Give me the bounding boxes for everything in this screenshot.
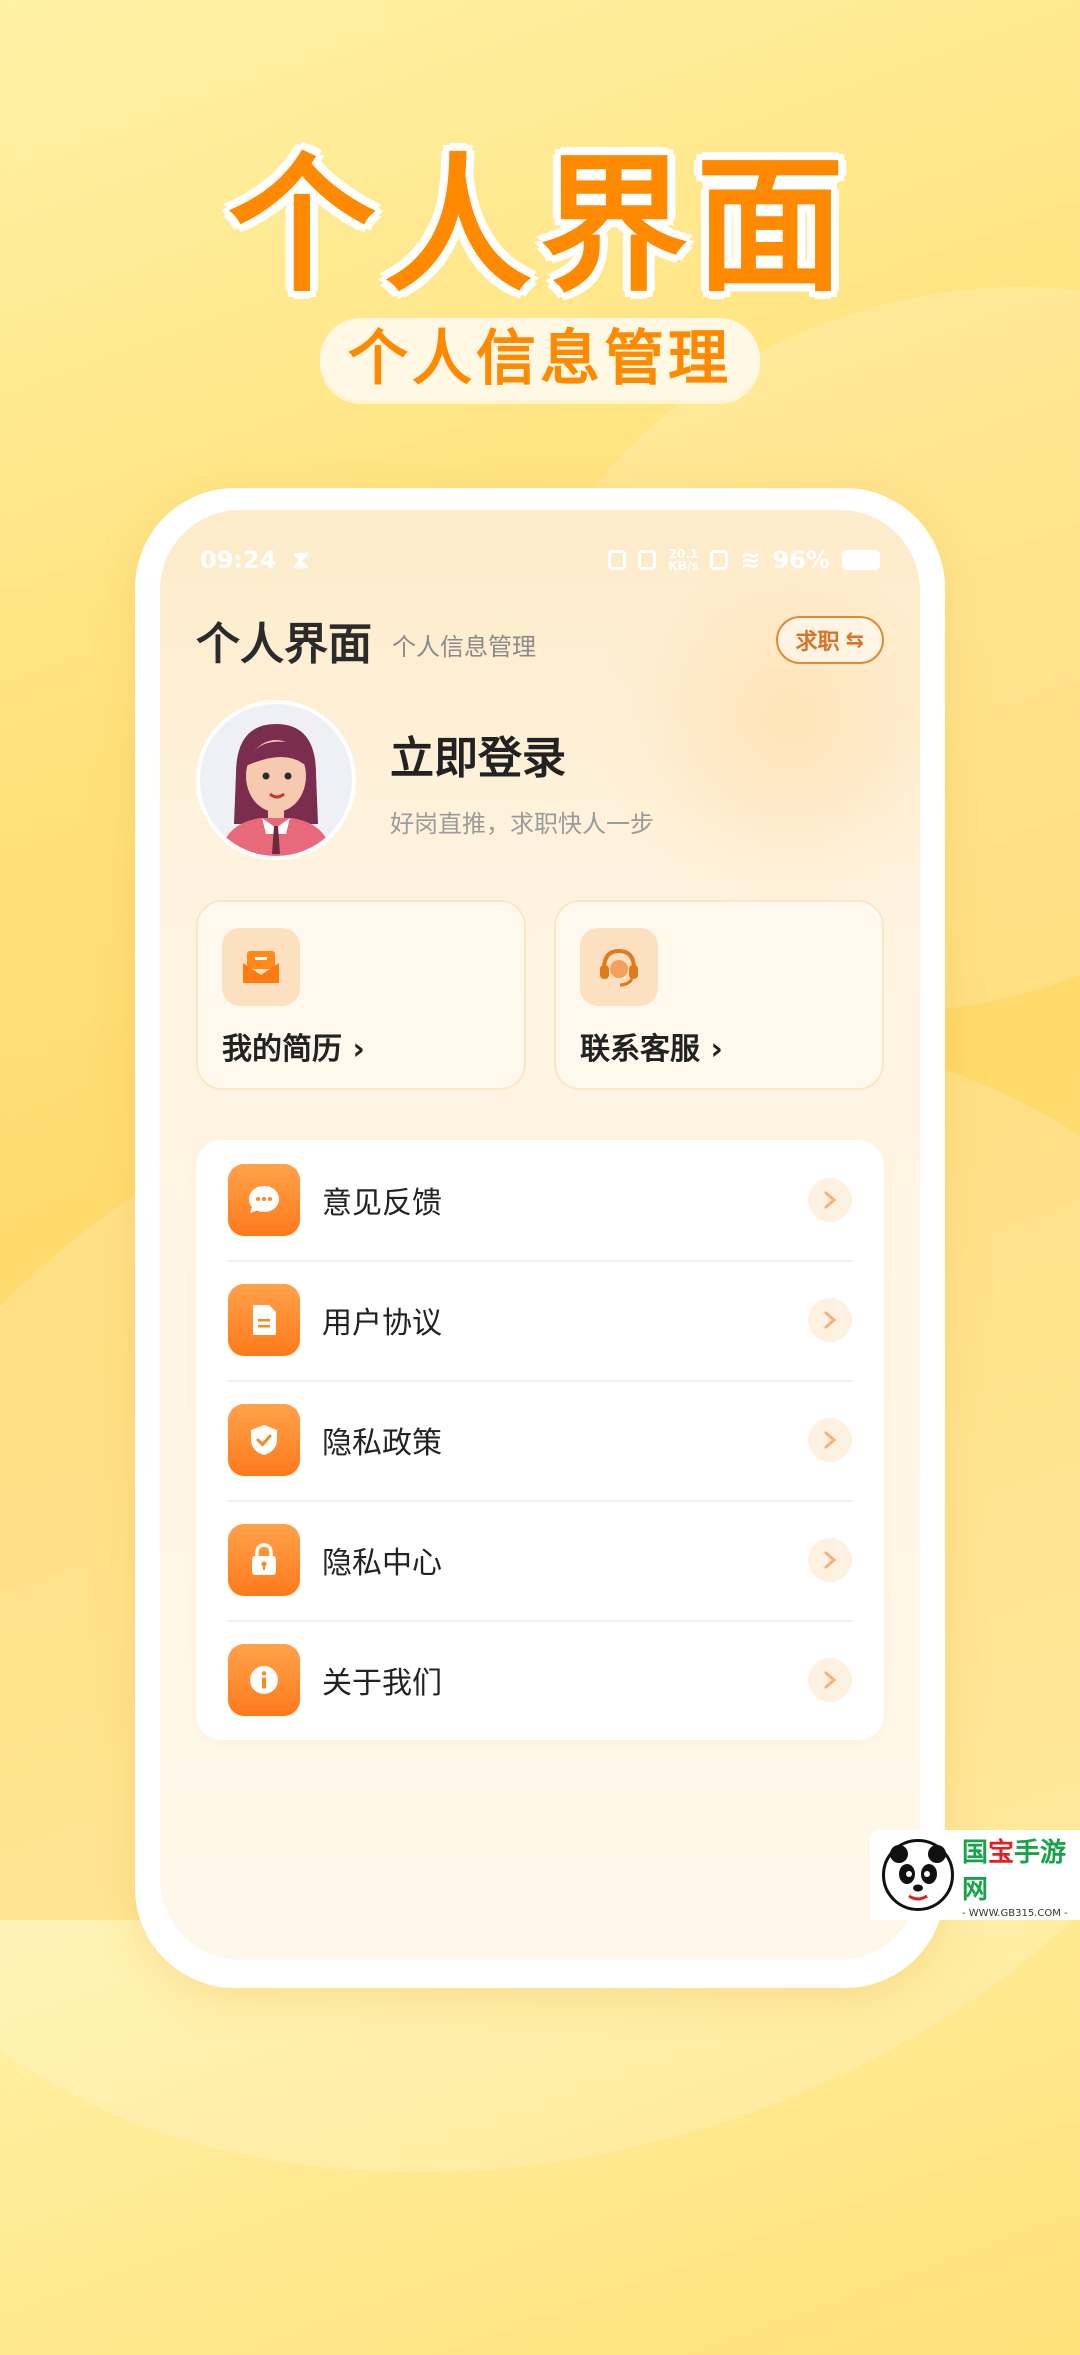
network-speed-unit: KB/s <box>668 559 699 573</box>
chevron-right-icon <box>808 1538 852 1582</box>
status-time: 09:24 <box>200 546 277 574</box>
swap-arrows-icon: ⇆ <box>845 627 864 653</box>
switch-role-label: 求职 <box>795 630 840 655</box>
quick-cards: 我的简历 › 联系客服 › <box>196 900 884 1090</box>
menu-item-privacy-policy[interactable]: 隐私政策 <box>228 1380 852 1500</box>
settings-menu: 意见反馈 用户协议 隐私政策 隐私中心 关于我们 <box>196 1140 884 1740</box>
menu-label: 意见反馈 <box>322 1186 442 1221</box>
chat-bubble-icon <box>228 1164 300 1236</box>
watermark-brand-b: 宝 <box>988 1837 1015 1868</box>
network-speed: 20.1 KB/s <box>668 548 698 572</box>
resume-icon <box>222 928 300 1006</box>
login-subtitle: 好岗直推，求职快人一步 <box>390 809 654 838</box>
my-resume-label: 我的简历 › <box>222 1032 365 1067</box>
menu-item-user-agreement[interactable]: 用户协议 <box>228 1260 852 1380</box>
hero-subtitle-pill: 个人信息管理 <box>320 318 760 400</box>
contact-service-label: 联系客服 › <box>580 1032 723 1067</box>
status-bar: 09:24 ⧗ 20.1 KB/s ≋ 96% <box>200 540 880 580</box>
menu-label: 隐私中心 <box>322 1546 442 1581</box>
shield-check-icon <box>228 1404 300 1476</box>
vibrate-icon <box>638 550 657 570</box>
phone-screen: 09:24 ⧗ 20.1 KB/s ≋ 96% 个人界面 个人信息管理 求职 ⇆ <box>160 510 920 1960</box>
page-subtitle: 个人信息管理 <box>392 632 536 661</box>
menu-item-privacy-center[interactable]: 隐私中心 <box>228 1500 852 1620</box>
watermark-brand: 国宝手游网 <box>962 1832 1080 1906</box>
page-header: 个人界面 个人信息管理 求职 ⇆ <box>196 610 884 670</box>
menu-item-feedback[interactable]: 意见反馈 <box>228 1140 852 1260</box>
profile-section[interactable]: 立即登录 好岗直推，求职快人一步 <box>196 700 884 860</box>
headset-icon <box>580 928 658 1006</box>
chevron-right-icon <box>808 1658 852 1702</box>
menu-label: 用户协议 <box>322 1306 442 1341</box>
battery-percent: 96% <box>772 546 830 574</box>
info-icon <box>228 1644 300 1716</box>
avatar[interactable] <box>196 700 356 860</box>
menu-label: 关于我们 <box>322 1666 442 1701</box>
avatar-illustration <box>200 704 352 856</box>
watermark-url: - WWW.GB315.COM - <box>962 1907 1068 1919</box>
site-watermark: 国宝手游网 - WWW.GB315.COM - <box>870 1830 1080 1920</box>
alarm-icon <box>608 550 627 570</box>
wifi-icon: ≋ <box>740 546 761 574</box>
chevron-right-icon <box>808 1418 852 1462</box>
chevron-right-icon <box>808 1178 852 1222</box>
document-icon <box>228 1284 300 1356</box>
sim-icon <box>710 550 729 570</box>
my-resume-card[interactable]: 我的简历 › <box>196 900 526 1090</box>
login-title[interactable]: 立即登录 <box>390 722 654 786</box>
menu-item-about-us[interactable]: 关于我们 <box>228 1620 852 1740</box>
battery-icon <box>842 550 880 570</box>
contact-service-card[interactable]: 联系客服 › <box>554 900 884 1090</box>
menu-label: 隐私政策 <box>322 1426 442 1461</box>
lock-icon <box>228 1524 300 1596</box>
watermark-brand-a: 国 <box>962 1837 989 1868</box>
chevron-right-icon <box>808 1298 852 1342</box>
hourglass-icon: ⧗ <box>292 546 310 574</box>
switch-role-button[interactable]: 求职 ⇆ <box>775 616 884 664</box>
panda-logo-icon <box>882 1839 954 1911</box>
page-title: 个人界面 <box>196 619 372 670</box>
hero-title: 个人界面 <box>228 140 852 312</box>
